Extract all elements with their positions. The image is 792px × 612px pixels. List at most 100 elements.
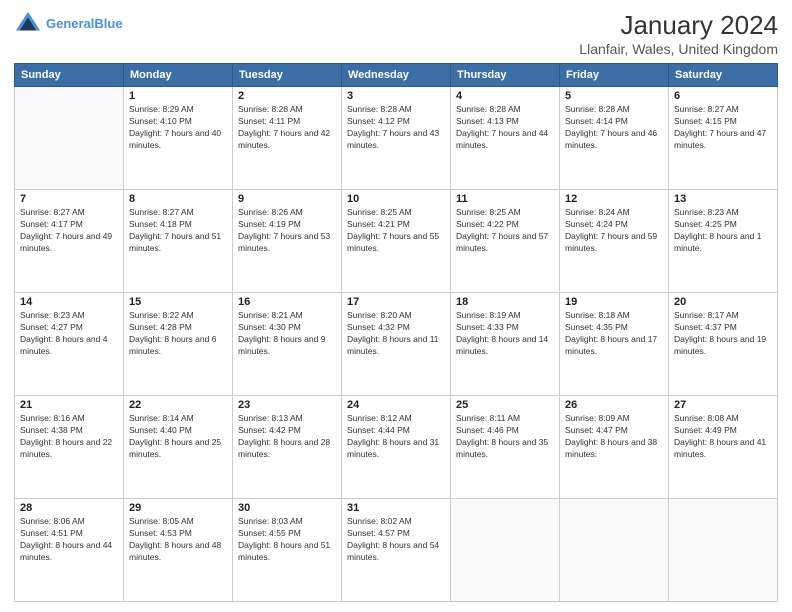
logo-line1: General — [46, 16, 94, 31]
day-number: 29 — [129, 502, 227, 514]
table-row: 2 Sunrise: 8:28 AM Sunset: 4:11 PM Dayli… — [233, 87, 342, 190]
day-number: 11 — [456, 193, 554, 205]
day-number: 10 — [347, 193, 445, 205]
day-info: Sunrise: 8:09 AM Sunset: 4:47 PM Dayligh… — [565, 413, 663, 461]
sunset-text: Sunset: 4:18 PM — [129, 219, 227, 231]
col-monday: Monday — [124, 64, 233, 87]
table-row: 16 Sunrise: 8:21 AM Sunset: 4:30 PM Dayl… — [233, 293, 342, 396]
logo: GeneralBlue — [14, 10, 123, 38]
sunset-text: Sunset: 4:42 PM — [238, 425, 336, 437]
sunset-text: Sunset: 4:19 PM — [238, 219, 336, 231]
day-info: Sunrise: 8:19 AM Sunset: 4:33 PM Dayligh… — [456, 310, 554, 358]
sunset-text: Sunset: 4:17 PM — [20, 219, 118, 231]
col-tuesday: Tuesday — [233, 64, 342, 87]
main-title: January 2024 — [579, 10, 778, 41]
day-number: 4 — [456, 90, 554, 102]
day-info: Sunrise: 8:03 AM Sunset: 4:55 PM Dayligh… — [238, 516, 336, 564]
day-number: 2 — [238, 90, 336, 102]
daylight-text: Daylight: 7 hours and 46 minutes. — [565, 128, 663, 152]
table-row: 20 Sunrise: 8:17 AM Sunset: 4:37 PM Dayl… — [669, 293, 778, 396]
page: GeneralBlue January 2024 Llanfair, Wales… — [0, 0, 792, 612]
day-number: 8 — [129, 193, 227, 205]
day-info: Sunrise: 8:27 AM Sunset: 4:17 PM Dayligh… — [20, 207, 118, 255]
daylight-text: Daylight: 8 hours and 19 minutes. — [674, 334, 772, 358]
sunset-text: Sunset: 4:49 PM — [674, 425, 772, 437]
sunrise-text: Sunrise: 8:17 AM — [674, 310, 772, 322]
calendar-week-row: 1 Sunrise: 8:29 AM Sunset: 4:10 PM Dayli… — [15, 87, 778, 190]
sunset-text: Sunset: 4:24 PM — [565, 219, 663, 231]
sunset-text: Sunset: 4:53 PM — [129, 528, 227, 540]
daylight-text: Daylight: 7 hours and 47 minutes. — [674, 128, 772, 152]
sunset-text: Sunset: 4:32 PM — [347, 322, 445, 334]
daylight-text: Daylight: 8 hours and 1 minute. — [674, 231, 772, 255]
table-row: 18 Sunrise: 8:19 AM Sunset: 4:33 PM Dayl… — [451, 293, 560, 396]
daylight-text: Daylight: 8 hours and 11 minutes. — [347, 334, 445, 358]
day-number: 13 — [674, 193, 772, 205]
sunrise-text: Sunrise: 8:25 AM — [347, 207, 445, 219]
subtitle: Llanfair, Wales, United Kingdom — [579, 41, 778, 57]
sunrise-text: Sunrise: 8:19 AM — [456, 310, 554, 322]
day-info: Sunrise: 8:28 AM Sunset: 4:12 PM Dayligh… — [347, 104, 445, 152]
daylight-text: Daylight: 8 hours and 48 minutes. — [129, 540, 227, 564]
day-number: 15 — [129, 296, 227, 308]
day-number: 3 — [347, 90, 445, 102]
day-info: Sunrise: 8:28 AM Sunset: 4:11 PM Dayligh… — [238, 104, 336, 152]
logo-line2: Blue — [94, 16, 122, 31]
day-number: 14 — [20, 296, 118, 308]
col-saturday: Saturday — [669, 64, 778, 87]
table-row: 25 Sunrise: 8:11 AM Sunset: 4:46 PM Dayl… — [451, 396, 560, 499]
daylight-text: Daylight: 8 hours and 31 minutes. — [347, 437, 445, 461]
table-row: 6 Sunrise: 8:27 AM Sunset: 4:15 PM Dayli… — [669, 87, 778, 190]
table-row: 4 Sunrise: 8:28 AM Sunset: 4:13 PM Dayli… — [451, 87, 560, 190]
table-row — [560, 499, 669, 602]
table-row: 26 Sunrise: 8:09 AM Sunset: 4:47 PM Dayl… — [560, 396, 669, 499]
day-info: Sunrise: 8:21 AM Sunset: 4:30 PM Dayligh… — [238, 310, 336, 358]
sunrise-text: Sunrise: 8:20 AM — [347, 310, 445, 322]
sunset-text: Sunset: 4:47 PM — [565, 425, 663, 437]
sunrise-text: Sunrise: 8:23 AM — [674, 207, 772, 219]
col-sunday: Sunday — [15, 64, 124, 87]
day-info: Sunrise: 8:05 AM Sunset: 4:53 PM Dayligh… — [129, 516, 227, 564]
sunset-text: Sunset: 4:14 PM — [565, 116, 663, 128]
day-info: Sunrise: 8:16 AM Sunset: 4:38 PM Dayligh… — [20, 413, 118, 461]
daylight-text: Daylight: 8 hours and 14 minutes. — [456, 334, 554, 358]
day-number: 27 — [674, 399, 772, 411]
day-number: 22 — [129, 399, 227, 411]
sunrise-text: Sunrise: 8:08 AM — [674, 413, 772, 425]
sunrise-text: Sunrise: 8:02 AM — [347, 516, 445, 528]
sunrise-text: Sunrise: 8:18 AM — [565, 310, 663, 322]
day-info: Sunrise: 8:12 AM Sunset: 4:44 PM Dayligh… — [347, 413, 445, 461]
day-info: Sunrise: 8:22 AM Sunset: 4:28 PM Dayligh… — [129, 310, 227, 358]
daylight-text: Daylight: 8 hours and 28 minutes. — [238, 437, 336, 461]
sunrise-text: Sunrise: 8:28 AM — [565, 104, 663, 116]
title-block: January 2024 Llanfair, Wales, United Kin… — [579, 10, 778, 57]
sunrise-text: Sunrise: 8:26 AM — [238, 207, 336, 219]
sunrise-text: Sunrise: 8:16 AM — [20, 413, 118, 425]
daylight-text: Daylight: 8 hours and 9 minutes. — [238, 334, 336, 358]
table-row — [669, 499, 778, 602]
calendar-week-row: 14 Sunrise: 8:23 AM Sunset: 4:27 PM Dayl… — [15, 293, 778, 396]
table-row: 27 Sunrise: 8:08 AM Sunset: 4:49 PM Dayl… — [669, 396, 778, 499]
day-info: Sunrise: 8:25 AM Sunset: 4:21 PM Dayligh… — [347, 207, 445, 255]
day-info: Sunrise: 8:02 AM Sunset: 4:57 PM Dayligh… — [347, 516, 445, 564]
table-row: 23 Sunrise: 8:13 AM Sunset: 4:42 PM Dayl… — [233, 396, 342, 499]
day-number: 17 — [347, 296, 445, 308]
col-friday: Friday — [560, 64, 669, 87]
day-info: Sunrise: 8:08 AM Sunset: 4:49 PM Dayligh… — [674, 413, 772, 461]
sunset-text: Sunset: 4:27 PM — [20, 322, 118, 334]
table-row: 9 Sunrise: 8:26 AM Sunset: 4:19 PM Dayli… — [233, 190, 342, 293]
sunrise-text: Sunrise: 8:14 AM — [129, 413, 227, 425]
daylight-text: Daylight: 8 hours and 38 minutes. — [565, 437, 663, 461]
day-info: Sunrise: 8:14 AM Sunset: 4:40 PM Dayligh… — [129, 413, 227, 461]
sunrise-text: Sunrise: 8:24 AM — [565, 207, 663, 219]
table-row: 12 Sunrise: 8:24 AM Sunset: 4:24 PM Dayl… — [560, 190, 669, 293]
daylight-text: Daylight: 7 hours and 44 minutes. — [456, 128, 554, 152]
sunset-text: Sunset: 4:11 PM — [238, 116, 336, 128]
day-info: Sunrise: 8:23 AM Sunset: 4:25 PM Dayligh… — [674, 207, 772, 255]
header: GeneralBlue January 2024 Llanfair, Wales… — [14, 10, 778, 57]
table-row: 28 Sunrise: 8:06 AM Sunset: 4:51 PM Dayl… — [15, 499, 124, 602]
col-wednesday: Wednesday — [342, 64, 451, 87]
table-row: 29 Sunrise: 8:05 AM Sunset: 4:53 PM Dayl… — [124, 499, 233, 602]
day-number: 1 — [129, 90, 227, 102]
sunset-text: Sunset: 4:46 PM — [456, 425, 554, 437]
